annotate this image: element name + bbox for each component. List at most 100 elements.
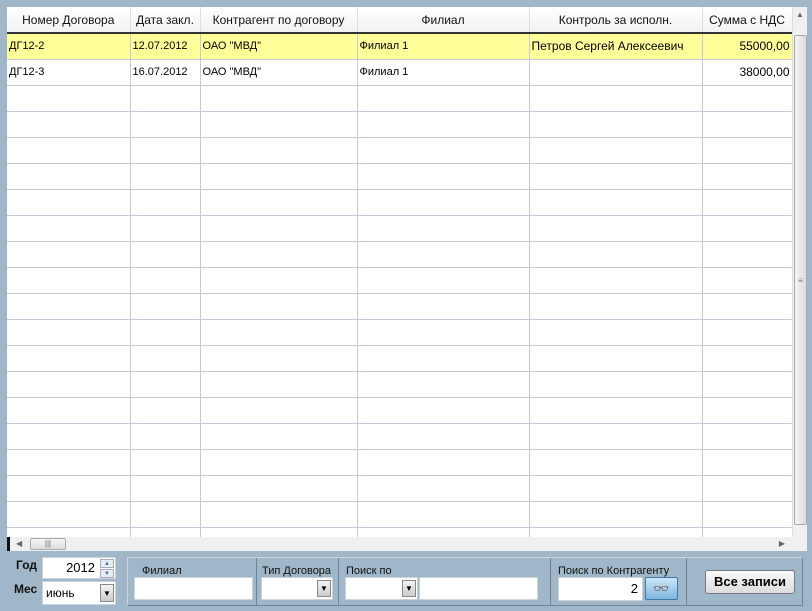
table-cell[interactable] bbox=[130, 85, 201, 112]
table-cell[interactable] bbox=[7, 501, 131, 528]
table-cell[interactable]: 38000,00 bbox=[702, 59, 792, 86]
table-cell[interactable]: 16.07.2012 bbox=[130, 59, 201, 86]
table-cell[interactable] bbox=[7, 371, 131, 398]
table-cell[interactable] bbox=[130, 241, 201, 268]
table-cell[interactable] bbox=[7, 241, 131, 268]
table-cell[interactable] bbox=[702, 345, 792, 372]
table-cell[interactable] bbox=[529, 345, 703, 372]
table-cell[interactable] bbox=[529, 241, 703, 268]
table-cell[interactable] bbox=[7, 137, 131, 164]
table-cell[interactable] bbox=[130, 189, 201, 216]
table-cell[interactable] bbox=[529, 189, 703, 216]
table-cell[interactable] bbox=[7, 423, 131, 450]
table-row[interactable] bbox=[7, 111, 792, 138]
table-cell[interactable] bbox=[7, 163, 131, 190]
table-cell[interactable] bbox=[7, 449, 131, 476]
scroll-thumb[interactable]: ≡ bbox=[794, 35, 807, 525]
table-cell[interactable] bbox=[702, 475, 792, 502]
table-cell[interactable] bbox=[200, 475, 358, 502]
table-cell[interactable] bbox=[200, 267, 358, 294]
table-row[interactable] bbox=[7, 345, 792, 372]
table-cell[interactable] bbox=[200, 215, 358, 242]
table-cell[interactable] bbox=[529, 163, 703, 190]
table-row[interactable] bbox=[7, 423, 792, 450]
table-cell[interactable] bbox=[7, 215, 131, 242]
table-cell[interactable] bbox=[529, 267, 703, 294]
table-row[interactable] bbox=[7, 215, 792, 242]
table-cell[interactable] bbox=[702, 501, 792, 528]
table-cell[interactable] bbox=[130, 449, 201, 476]
all-records-button[interactable]: Все записи bbox=[705, 570, 795, 594]
column-header[interactable]: Филиал bbox=[357, 7, 530, 34]
horizontal-scrollbar[interactable]: ◀ ||| ▶ bbox=[7, 537, 807, 551]
table-cell[interactable] bbox=[529, 137, 703, 164]
table-cell[interactable] bbox=[357, 189, 530, 216]
column-header[interactable]: Контрагент по договору bbox=[200, 7, 358, 34]
table-row[interactable] bbox=[7, 501, 792, 528]
table-cell[interactable] bbox=[130, 293, 201, 320]
scroll-right-icon[interactable]: ▶ bbox=[779, 537, 785, 551]
table-cell[interactable] bbox=[130, 475, 201, 502]
table-cell[interactable] bbox=[357, 449, 530, 476]
table-cell[interactable] bbox=[200, 293, 358, 320]
table-cell[interactable] bbox=[702, 241, 792, 268]
table-cell[interactable] bbox=[357, 475, 530, 502]
table-cell[interactable] bbox=[529, 319, 703, 346]
search-text-input[interactable] bbox=[419, 577, 538, 600]
table-cell[interactable] bbox=[529, 397, 703, 424]
chevron-down-icon[interactable]: ▼ bbox=[317, 580, 331, 597]
table-cell[interactable] bbox=[702, 397, 792, 424]
table-row[interactable] bbox=[7, 241, 792, 268]
table-cell[interactable] bbox=[357, 501, 530, 528]
table-cell[interactable] bbox=[702, 189, 792, 216]
table-cell[interactable] bbox=[357, 423, 530, 450]
table-cell[interactable] bbox=[200, 319, 358, 346]
spin-down-icon[interactable]: ▼ bbox=[100, 569, 114, 578]
table-cell[interactable] bbox=[7, 527, 131, 537]
table-cell[interactable] bbox=[702, 215, 792, 242]
table-cell[interactable] bbox=[200, 345, 358, 372]
search-counterparty-input[interactable]: 2 bbox=[558, 577, 643, 601]
table-cell[interactable] bbox=[130, 501, 201, 528]
table-cell[interactable]: Петров Сергей Алексеевич bbox=[529, 33, 703, 60]
table-cell[interactable]: ДГ12-3 bbox=[7, 59, 131, 86]
table-cell[interactable]: ДГ12-2 bbox=[7, 33, 131, 60]
table-row[interactable] bbox=[7, 267, 792, 294]
table-cell[interactable] bbox=[529, 423, 703, 450]
table-cell[interactable] bbox=[529, 501, 703, 528]
table-cell[interactable] bbox=[7, 475, 131, 502]
table-cell[interactable] bbox=[130, 319, 201, 346]
table-cell[interactable] bbox=[702, 267, 792, 294]
table-cell[interactable] bbox=[357, 345, 530, 372]
table-cell[interactable] bbox=[529, 371, 703, 398]
table-cell[interactable]: Филиал 1 bbox=[357, 59, 530, 86]
table-cell[interactable] bbox=[702, 423, 792, 450]
table-cell[interactable] bbox=[702, 137, 792, 164]
column-header[interactable]: Сумма с НДС bbox=[702, 7, 792, 34]
table-cell[interactable] bbox=[357, 241, 530, 268]
table-cell[interactable] bbox=[357, 397, 530, 424]
table-row[interactable] bbox=[7, 163, 792, 190]
month-select[interactable]: июнь ▼ bbox=[42, 581, 116, 605]
table-cell[interactable] bbox=[130, 163, 201, 190]
table-cell[interactable] bbox=[200, 371, 358, 398]
table-row[interactable] bbox=[7, 371, 792, 398]
table-cell[interactable] bbox=[357, 371, 530, 398]
table-cell[interactable] bbox=[130, 215, 201, 242]
table-cell[interactable] bbox=[702, 319, 792, 346]
table-cell[interactable] bbox=[130, 137, 201, 164]
table-cell[interactable] bbox=[529, 475, 703, 502]
table-cell[interactable] bbox=[200, 423, 358, 450]
table-cell[interactable] bbox=[7, 319, 131, 346]
table-cell[interactable] bbox=[529, 215, 703, 242]
table-cell[interactable] bbox=[130, 371, 201, 398]
table-row[interactable]: ДГ12-2 12.07.2012 ОАО "МВД" Филиал 1 Петров … bbox=[7, 33, 792, 60]
table-cell[interactable] bbox=[200, 189, 358, 216]
table-cell[interactable] bbox=[357, 319, 530, 346]
table-cell[interactable] bbox=[200, 241, 358, 268]
table-row[interactable] bbox=[7, 85, 792, 112]
table-cell[interactable] bbox=[357, 215, 530, 242]
table-row[interactable] bbox=[7, 397, 792, 424]
table-cell[interactable] bbox=[200, 501, 358, 528]
table-cell[interactable] bbox=[357, 527, 530, 537]
